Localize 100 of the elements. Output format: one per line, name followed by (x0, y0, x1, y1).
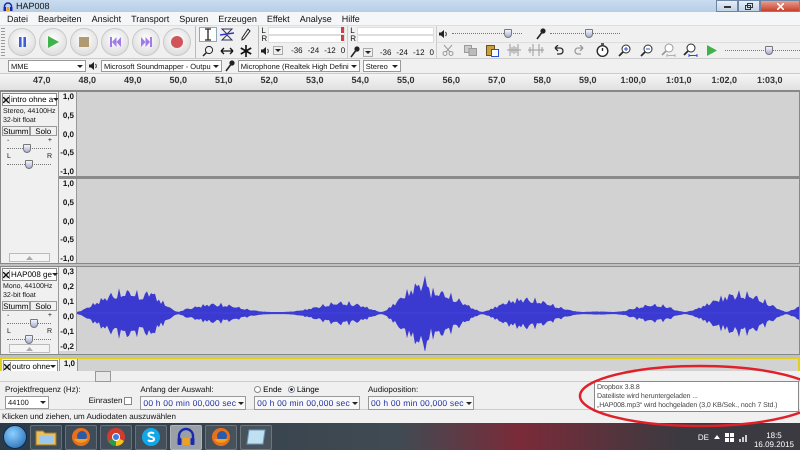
time-field[interactable]: 00 h 00 min 00,000 sec (140, 396, 246, 410)
scale-label: -24 (308, 46, 320, 55)
speed-slider[interactable] (725, 46, 800, 55)
menu-item[interactable]: Hilfe (336, 14, 365, 24)
close-icon (3, 96, 9, 102)
taskbar-app[interactable] (205, 424, 237, 450)
taskbar-app[interactable] (240, 424, 272, 450)
channel-label: L (261, 27, 267, 35)
time-label: 47,0 (32, 74, 52, 85)
channel-label: R (261, 35, 268, 43)
pause-button[interactable] (8, 28, 36, 56)
time-label: 1:02,0 (710, 74, 738, 85)
slider-thumb[interactable] (504, 29, 512, 38)
copy-icon (464, 44, 476, 56)
play-icon (707, 44, 717, 56)
mode-radio[interactable]: Ende (254, 385, 282, 394)
gain-slider[interactable] (7, 319, 51, 328)
close-button[interactable] (3, 95, 10, 104)
menu-item[interactable]: Erzeugen (213, 14, 262, 24)
taskbar-app[interactable] (135, 424, 167, 450)
slider-thumb[interactable] (764, 46, 772, 55)
minimize-button[interactable] (716, 0, 738, 12)
ruler-label: 0,0 (62, 130, 74, 138)
fit-project-button[interactable] (681, 42, 699, 58)
caret-up-icon[interactable] (714, 435, 720, 439)
menu-item[interactable]: Bearbeiten (33, 14, 87, 24)
window-title: HAP008 (16, 1, 50, 11)
clock-date[interactable]: 16.09.2015 (754, 440, 794, 449)
start-button[interactable] (3, 425, 27, 449)
maximize-button[interactable] (738, 0, 760, 12)
close-icon (776, 2, 784, 10)
solo-button[interactable]: Solo (30, 301, 57, 311)
asterisk-icon (240, 44, 252, 56)
slider-thumb[interactable] (25, 335, 33, 344)
clock-time[interactable]: 18:5 (766, 431, 782, 440)
ruler-label: 0,0 (62, 216, 74, 226)
time-label: 58,0 (532, 74, 552, 85)
skip-start-button[interactable] (101, 28, 130, 56)
taskbar-app[interactable] (65, 424, 97, 450)
scale-label: -36 (291, 46, 303, 55)
skip-end-icon (140, 37, 152, 47)
play-button[interactable] (39, 28, 68, 56)
volume-slider[interactable] (550, 29, 620, 38)
solo-button[interactable]: Solo (30, 126, 57, 136)
slider-thumb[interactable] (25, 160, 33, 169)
taskbar-app[interactable] (30, 424, 62, 450)
envelope-icon (220, 28, 234, 41)
snap-checkbox[interactable] (124, 396, 132, 404)
slider-thumb[interactable] (584, 29, 592, 38)
scale-label: 0 (340, 46, 346, 55)
close-button[interactable] (3, 270, 10, 279)
language-indicator[interactable]: DE (698, 432, 709, 442)
paste-button[interactable] (483, 42, 501, 58)
mute-button[interactable]: Stumm (2, 301, 30, 311)
time-label: 55,0 (396, 74, 416, 85)
silence-icon (528, 44, 544, 56)
pan-slider[interactable] (7, 160, 51, 169)
double-arrow-icon (220, 46, 234, 54)
mode-radio[interactable]: Länge (288, 385, 320, 394)
speaker-icon (261, 46, 270, 54)
taskbar-app[interactable] (100, 424, 132, 450)
time-label: 1:03,0 (756, 74, 784, 85)
menu-item[interactable]: Transport (126, 14, 174, 24)
ruler-label: -0,2 (60, 342, 74, 351)
slider-thumb[interactable] (30, 319, 38, 328)
time-field[interactable]: 00 h 00 min 00,000 sec (368, 396, 474, 410)
scale-label: -36 (380, 48, 392, 56)
menu-item[interactable]: Analyse (294, 14, 337, 24)
magnifier-icon (202, 44, 214, 56)
ruler-label: -0,5 (60, 235, 74, 244)
scale-label: -12 (412, 48, 425, 56)
dropdown-button[interactable] (363, 48, 374, 56)
timeline-ruler[interactable]: 47,0 48,0 49,0 50,0 51,0 52,0 53,0 54,0 55,0 56,0 57,0 58,0 59,0 1:00,0 1:01,0 1:02,0 1:03,0 (0, 74, 800, 91)
taskbar-app[interactable] (170, 424, 202, 450)
menu-item[interactable]: Effekt (262, 14, 295, 24)
flag-icon[interactable] (724, 432, 734, 442)
gain-slider[interactable] (7, 144, 51, 153)
volume-slider[interactable] (452, 29, 522, 38)
slider-thumb[interactable] (22, 144, 31, 153)
menu-item[interactable]: Ansicht (86, 14, 126, 24)
restore-icon (745, 2, 753, 10)
record-button[interactable] (163, 28, 192, 56)
time-label: 56,0 (441, 74, 462, 85)
i-beam-icon (203, 28, 214, 41)
scissors-icon (442, 44, 454, 56)
menu-item[interactable]: Spuren (174, 14, 214, 24)
triangle-up-icon (26, 256, 33, 260)
tool-button[interactable] (199, 27, 218, 42)
menu-item[interactable]: Datei (2, 14, 34, 24)
mute-button[interactable]: Stumm (2, 126, 30, 136)
tool-button[interactable] (218, 27, 236, 42)
time-label: 50,0 (168, 74, 188, 85)
dropdown-button[interactable] (273, 46, 284, 55)
time-field[interactable]: 00 h 00 min 00,000 sec (254, 396, 360, 410)
microphone-icon (350, 46, 360, 58)
signal-bars-icon[interactable] (738, 432, 749, 442)
skip-end-button[interactable] (132, 28, 160, 56)
close-button[interactable] (4, 362, 11, 371)
time-label: 1:01,0 (664, 74, 693, 85)
ruler-label: 1,0 (64, 359, 75, 368)
